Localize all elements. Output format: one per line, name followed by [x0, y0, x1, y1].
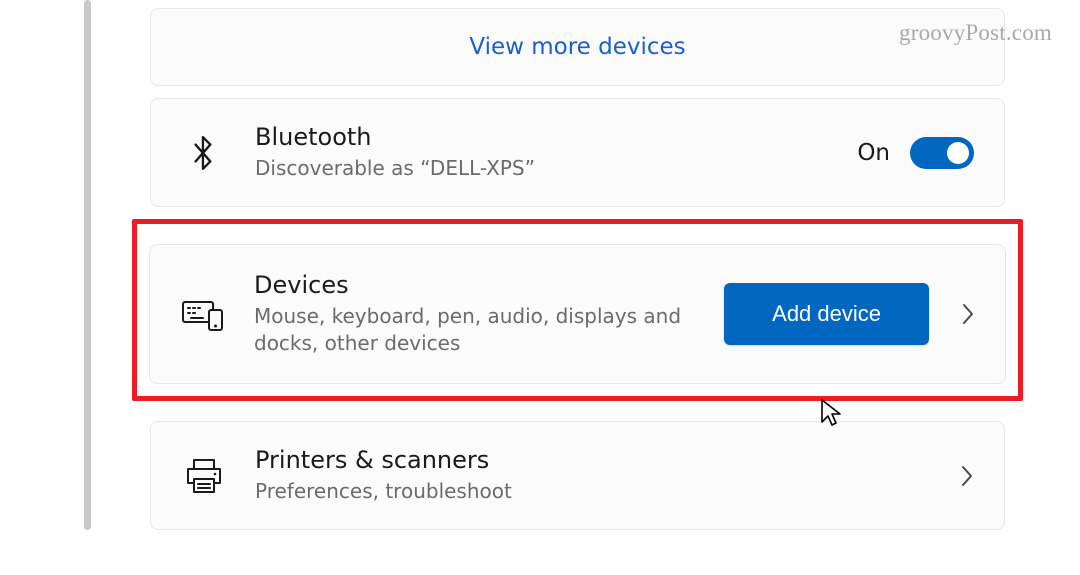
settings-panel: View more devices Bluetooth Discoverable… [0, 0, 1080, 530]
bluetooth-toggle[interactable] [910, 137, 974, 169]
devices-card[interactable]: Devices Mouse, keyboard, pen, audio, dis… [149, 244, 1006, 384]
bluetooth-card[interactable]: Bluetooth Discoverable as “DELL-XPS” On [150, 98, 1005, 207]
bluetooth-subtitle: Discoverable as “DELL-XPS” [255, 155, 715, 182]
bluetooth-toggle-group: On [857, 137, 974, 169]
printers-card[interactable]: Printers & scanners Preferences, trouble… [150, 421, 1005, 530]
devices-title: Devices [254, 271, 724, 299]
view-more-devices-label: View more devices [469, 34, 685, 60]
printers-expand-chevron[interactable] [960, 464, 974, 488]
bluetooth-icon [181, 134, 227, 172]
printers-content: Printers & scanners Preferences, trouble… [255, 446, 928, 505]
view-more-devices-card[interactable]: View more devices [150, 8, 1005, 86]
watermark-text: groovyPost.com [899, 20, 1052, 46]
printer-icon [181, 457, 227, 495]
devices-icon [180, 296, 226, 332]
chevron-right-icon [961, 302, 975, 326]
chevron-right-icon [960, 464, 974, 488]
printers-title: Printers & scanners [255, 446, 928, 474]
bluetooth-title: Bluetooth [255, 123, 857, 151]
bluetooth-toggle-label: On [857, 140, 890, 166]
bluetooth-content: Bluetooth Discoverable as “DELL-XPS” [255, 123, 857, 182]
add-device-button[interactable]: Add device [724, 283, 929, 345]
devices-highlight-box: Devices Mouse, keyboard, pen, audio, dis… [132, 219, 1023, 401]
devices-content: Devices Mouse, keyboard, pen, audio, dis… [254, 271, 724, 357]
printers-subtitle: Preferences, troubleshoot [255, 478, 715, 505]
toggle-knob [947, 142, 969, 164]
devices-expand-chevron[interactable] [961, 302, 975, 326]
devices-subtitle: Mouse, keyboard, pen, audio, displays an… [254, 303, 714, 357]
nav-scroll-rail [84, 0, 91, 530]
